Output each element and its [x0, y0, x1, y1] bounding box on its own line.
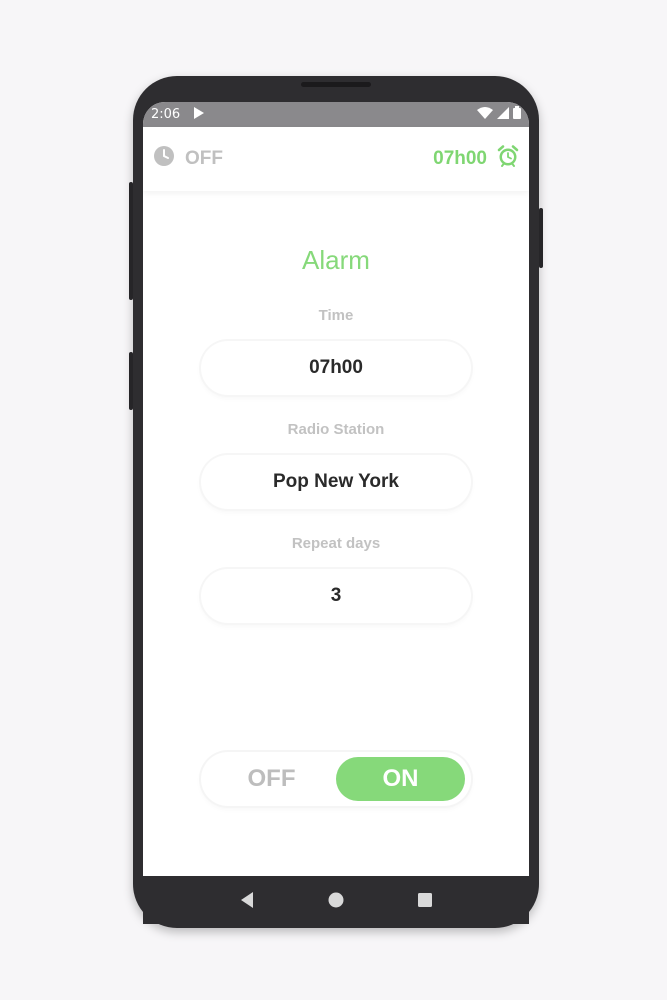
alarm-clock-icon [497, 145, 519, 173]
side-button-left-bottom [129, 352, 133, 410]
alarm-time-label: 07h00 [433, 148, 487, 169]
signal-icon [497, 106, 509, 123]
side-button-left-top [129, 182, 133, 300]
side-button-right [539, 208, 543, 268]
toggle-on-option[interactable]: ON [336, 757, 465, 801]
alarm-status[interactable]: OFF [153, 145, 223, 173]
radio-station-label: Radio Station [287, 421, 385, 438]
navigation-bar [143, 876, 529, 924]
back-icon[interactable] [237, 890, 257, 910]
earpiece-speaker [301, 82, 371, 87]
battery-icon [513, 106, 521, 123]
recents-icon[interactable] [415, 890, 435, 910]
repeat-days-field[interactable]: 3 [201, 569, 471, 623]
phone-frame: 2:06 OFF 07h00 Alarm Time 07h00 Radio St… [129, 76, 543, 928]
radio-station-field[interactable]: Pop New York [201, 455, 471, 509]
time-label: Time [318, 307, 354, 324]
status-bar: 2:06 [143, 102, 529, 127]
status-time: 2:06 [151, 107, 181, 122]
alarm-status-label: OFF [185, 148, 223, 169]
page-title: Alarm [302, 245, 370, 275]
wifi-icon [477, 106, 493, 123]
alarm-toggle[interactable]: OFF ON [201, 752, 471, 806]
home-icon[interactable] [326, 890, 346, 910]
play-icon [194, 106, 205, 123]
alarm-form: Alarm Time 07h00 Radio Station Pop New Y… [143, 243, 529, 623]
alarm-time-summary[interactable]: 07h00 [433, 145, 519, 173]
screen: 2:06 OFF 07h00 Alarm Time 07h00 Radio St… [143, 102, 529, 876]
toggle-off-option[interactable]: OFF [207, 757, 336, 801]
repeat-days-label: Repeat days [291, 535, 381, 552]
time-field[interactable]: 07h00 [201, 341, 471, 395]
clock-icon [153, 145, 175, 173]
app-bar: OFF 07h00 [143, 127, 529, 191]
